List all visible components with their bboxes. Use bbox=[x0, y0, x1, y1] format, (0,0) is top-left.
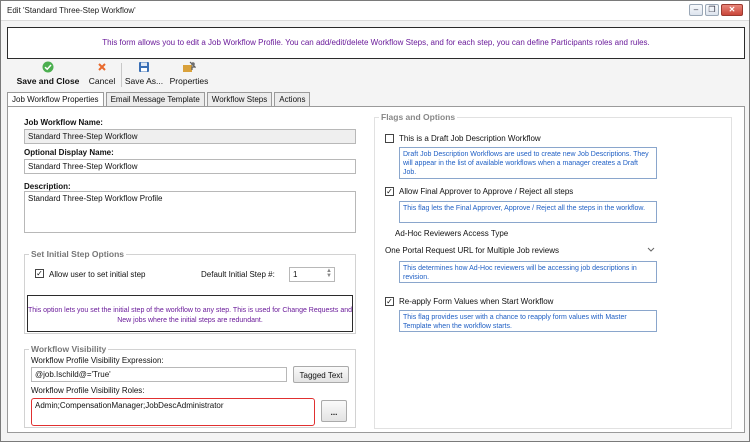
visibility-expression-input[interactable]: @job.Ischild@='True' bbox=[31, 367, 287, 382]
final-approver-hint: This flag lets the Final Approver, Appro… bbox=[399, 201, 657, 223]
default-initial-step-input[interactable]: 1 ▲ ▼ bbox=[289, 267, 335, 282]
minimize-icon[interactable]: – bbox=[689, 4, 703, 16]
initial-step-notice: This option lets you set the initial ste… bbox=[27, 295, 353, 332]
cancel-x-icon bbox=[98, 63, 106, 71]
adhoc-access-hint: This determines how Ad-Hoc reviewers wil… bbox=[399, 261, 657, 283]
flags-options-title: Flags and Options bbox=[379, 112, 458, 122]
properties-button[interactable]: Properties bbox=[169, 61, 209, 86]
save-and-close-label: Save and Close bbox=[16, 76, 80, 86]
toolbar: Save and Close Cancel Save As... Propert… bbox=[7, 61, 745, 89]
reapply-form-values-checkbox[interactable]: ✓ bbox=[385, 297, 394, 306]
workflow-name-field: Standard Three-Step Workflow bbox=[24, 129, 356, 144]
allow-initial-step-label: Allow user to set initial step bbox=[49, 270, 146, 279]
edit-workflow-window: Edit 'Standard Three-Step Workflow' – ❐ … bbox=[0, 0, 750, 442]
final-approver-checkbox[interactable]: ✓ bbox=[385, 187, 394, 196]
initial-step-group-title: Set Initial Step Options bbox=[29, 249, 127, 259]
spinner-arrows-icon[interactable]: ▲ ▼ bbox=[326, 268, 332, 279]
close-icon[interactable]: ✕ bbox=[721, 4, 743, 16]
display-name-label: Optional Display Name: bbox=[24, 148, 114, 157]
default-initial-step-value: 1 bbox=[293, 270, 298, 279]
tagged-text-button[interactable]: Tagged Text bbox=[293, 366, 349, 383]
properties-label: Properties bbox=[169, 76, 209, 86]
draft-workflow-hint: Draft Job Description Workflows are used… bbox=[399, 147, 657, 179]
description-label: Description: bbox=[24, 182, 71, 191]
tab-email-message-template[interactable]: Email Message Template bbox=[105, 92, 205, 107]
restore-icon[interactable]: ❐ bbox=[705, 4, 719, 16]
draft-workflow-label: This is a Draft Job Description Workflow bbox=[399, 134, 541, 143]
adhoc-access-select[interactable]: One Portal Request URL for Multiple Job … bbox=[385, 246, 657, 258]
check-icon bbox=[42, 61, 54, 73]
description-textarea[interactable]: Standard Three-Step Workflow Profile bbox=[24, 191, 356, 233]
tab-workflow-steps[interactable]: Workflow Steps bbox=[206, 92, 273, 107]
toolbar-separator bbox=[121, 63, 122, 87]
reapply-form-values-label: Re-apply Form Values when Start Workflow bbox=[399, 297, 554, 306]
workflow-visibility-group: Workflow Visibility Workflow Profile Vis… bbox=[24, 344, 356, 428]
chevron-down-icon[interactable] bbox=[647, 247, 655, 253]
workflow-name-label: Job Workflow Name: bbox=[24, 118, 103, 127]
window-controls: – ❐ ✕ bbox=[689, 4, 743, 16]
save-as-label: Save As... bbox=[124, 76, 164, 86]
window-title: Edit 'Standard Three-Step Workflow' bbox=[7, 6, 136, 15]
cancel-button[interactable]: Cancel bbox=[87, 61, 117, 86]
default-initial-step-label: Default Initial Step #: bbox=[201, 270, 275, 279]
title-bar: Edit 'Standard Three-Step Workflow' – ❐ … bbox=[1, 1, 749, 21]
final-approver-label: Allow Final Approver to Approve / Reject… bbox=[399, 187, 574, 196]
tab-strip: Job Workflow Properties Email Message Te… bbox=[7, 92, 312, 108]
visibility-roles-input[interactable]: Admin;CompensationManager;JobDescAdminis… bbox=[31, 398, 315, 426]
adhoc-access-label: Ad-Hoc Reviewers Access Type bbox=[395, 229, 509, 238]
info-banner: This form allows you to edit a Job Workf… bbox=[7, 27, 745, 59]
properties-icon bbox=[183, 61, 196, 72]
floppy-disk-icon bbox=[139, 62, 149, 72]
flags-options-group: Flags and Options This is a Draft Job De… bbox=[374, 112, 732, 429]
roles-ellipsis-button[interactable]: ... bbox=[321, 400, 347, 422]
draft-workflow-checkbox[interactable] bbox=[385, 134, 394, 143]
save-as-button[interactable]: Save As... bbox=[123, 61, 165, 86]
cancel-label: Cancel bbox=[88, 76, 116, 86]
tab-actions[interactable]: Actions bbox=[274, 92, 311, 107]
reapply-form-values-hint: This flag provides user with a chance to… bbox=[399, 310, 657, 332]
save-and-close-button[interactable]: Save and Close bbox=[13, 61, 83, 86]
adhoc-access-value: One Portal Request URL for Multiple Job … bbox=[385, 246, 559, 255]
allow-initial-step-checkbox[interactable]: ✓ bbox=[35, 269, 44, 278]
visibility-expression-label: Workflow Profile Visibility Expression: bbox=[31, 356, 164, 365]
display-name-input[interactable]: Standard Three-Step Workflow bbox=[24, 159, 356, 174]
workflow-visibility-group-title: Workflow Visibility bbox=[29, 344, 109, 354]
job-workflow-properties-panel: Job Workflow Name: Standard Three-Step W… bbox=[7, 106, 745, 433]
initial-step-group: Set Initial Step Options ✓ Allow user to… bbox=[24, 249, 356, 334]
visibility-roles-label: Workflow Profile Visibility Roles: bbox=[31, 386, 145, 395]
